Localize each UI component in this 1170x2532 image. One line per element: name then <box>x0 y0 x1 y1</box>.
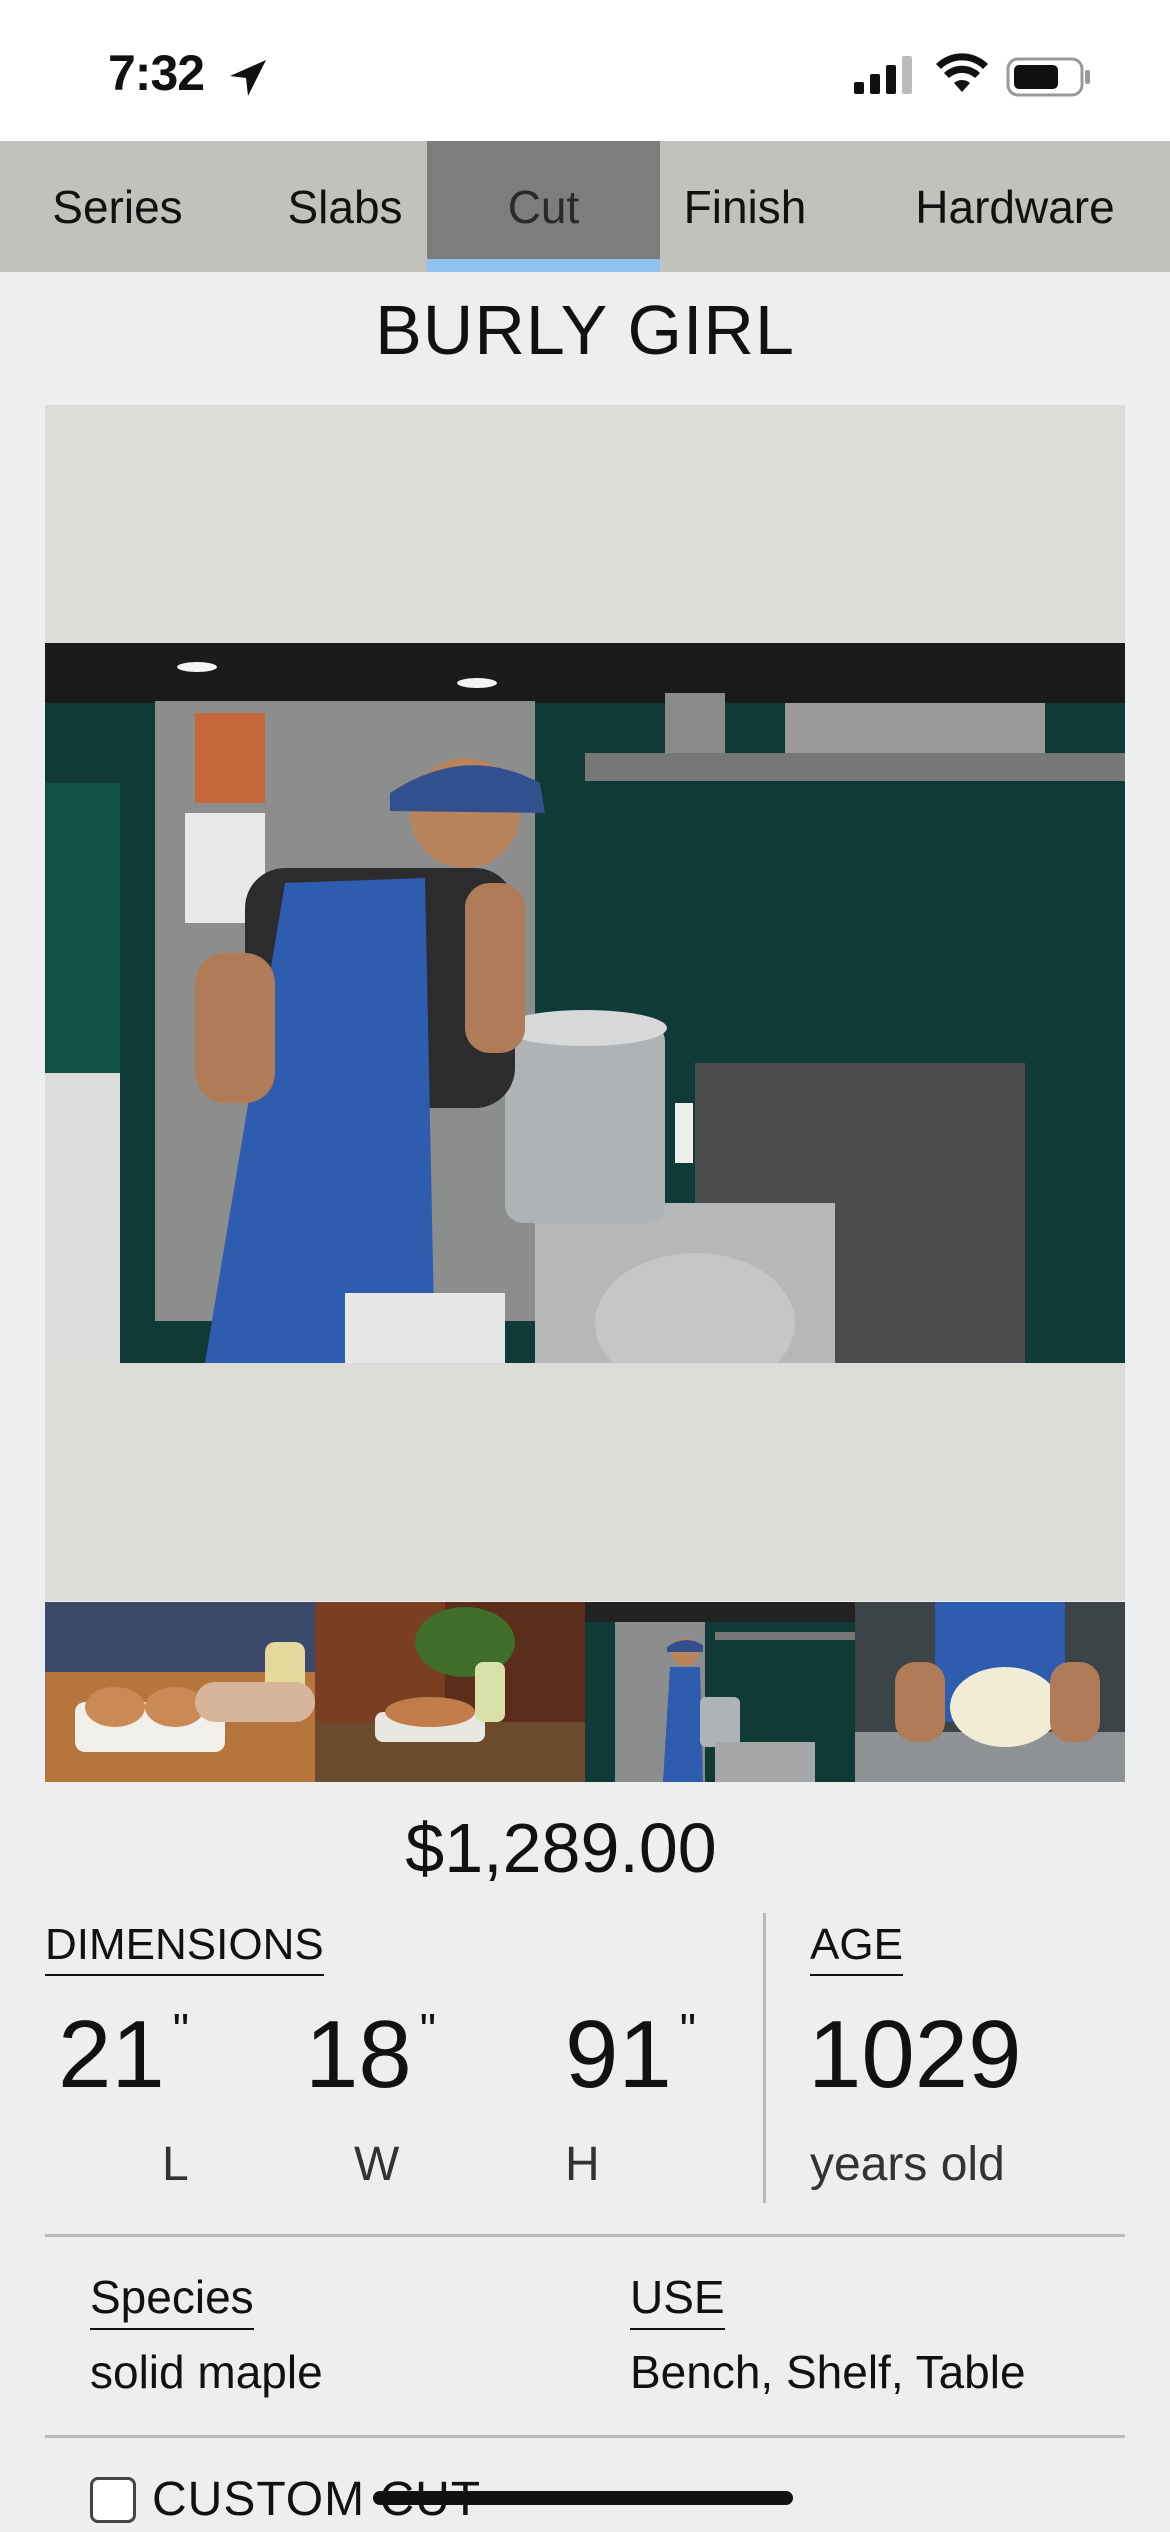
battery-icon <box>1006 57 1090 97</box>
dimension-width-unit: W <box>354 2138 400 2191</box>
tab-cut[interactable]: Cut <box>427 141 660 272</box>
dimensions-label: DIMENSIONS <box>45 1920 324 1976</box>
dimension-length-unit: L <box>162 2138 189 2191</box>
dimension-height-unit: H <box>565 2138 600 2191</box>
thumbnail-chef-kitchen[interactable] <box>585 1602 855 1782</box>
product-title: BURLY GIRL <box>375 291 795 369</box>
dimension-height: 91 " <box>565 2001 697 2108</box>
thumbnail-strip <box>45 1602 1125 1782</box>
wifi-icon <box>936 53 988 92</box>
chef-kitchen-photo <box>45 643 1125 1363</box>
divider-vertical <box>763 1913 766 2203</box>
status-bar: 7:32 <box>0 0 1170 141</box>
tab-finish[interactable]: Finish <box>660 141 830 272</box>
divider-horizontal <box>45 2435 1125 2438</box>
dimension-length: 21 " <box>58 2001 190 2108</box>
tab-slabs[interactable]: Slabs <box>250 141 440 272</box>
product-price: $1,289.00 <box>405 1809 717 1887</box>
age-label: AGE <box>810 1920 903 1976</box>
custom-cut-checkbox[interactable] <box>90 2476 136 2523</box>
location-arrow-icon <box>230 60 266 96</box>
species-value: solid maple <box>90 2346 323 2398</box>
tab-bar: Series Slabs Cut Finish Hardware <box>0 141 1170 272</box>
age-unit: years old <box>810 2138 1005 2191</box>
use-value: Bench, Shelf, Table <box>630 2346 1026 2398</box>
thumbnail-tacos-table[interactable] <box>315 1602 585 1782</box>
hero-photo[interactable] <box>45 643 1125 1363</box>
tab-hardware[interactable]: Hardware <box>880 141 1150 272</box>
divider-horizontal <box>45 2234 1125 2237</box>
cellular-signal-icon <box>854 56 912 94</box>
status-time: 7:32 <box>108 45 205 101</box>
age-value: 1029 <box>808 2001 1022 2108</box>
dimension-width: 18 " <box>305 2001 437 2108</box>
home-indicator[interactable] <box>373 2491 793 2505</box>
thumbnail-dough[interactable] <box>855 1602 1125 1782</box>
species-label: Species <box>90 2270 254 2330</box>
use-label: USE <box>630 2270 725 2330</box>
tab-series[interactable]: Series <box>20 141 215 272</box>
thumbnail-tacos-glass[interactable] <box>45 1602 315 1782</box>
